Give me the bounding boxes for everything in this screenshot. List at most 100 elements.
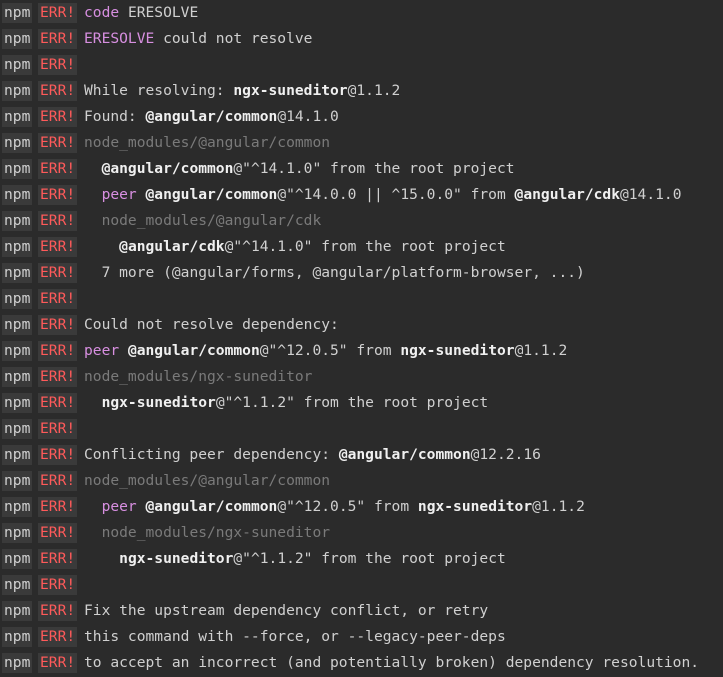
terminal-line: npm ERR! node_modules/ngx-suneditor <box>0 520 723 546</box>
message-segment: node_modules/@angular/cdk <box>101 212 322 229</box>
line-message: peer @angular/common@"^12.0.5" from ngx-… <box>84 494 585 520</box>
npm-prefix: npm <box>2 315 33 335</box>
message-segment: Fix the upstream dependency conflict, or… <box>84 602 489 619</box>
terminal-line: npm ERR! <box>0 572 723 598</box>
line-message: 7 more (@angular/forms, @angular/platfor… <box>84 260 585 286</box>
message-segment: @14.1.0 <box>619 186 682 203</box>
line-message: peer @angular/common@"^14.0.0 || ^15.0.0… <box>84 182 682 208</box>
npm-prefix: npm <box>2 55 33 75</box>
terminal-line: npm ERR! node_modules/ngx-suneditor <box>0 364 723 390</box>
err-tag: ERR! <box>38 445 78 465</box>
message-segment: ERESOLVE <box>127 4 199 21</box>
npm-prefix: npm <box>2 3 33 23</box>
message-segment: ERESOLVE <box>84 30 155 47</box>
line-message: ngx-suneditor@"^1.1.2" from the root pro… <box>84 546 506 572</box>
message-segment: 7 more (@angular/forms, @angular/platfor… <box>101 264 585 281</box>
terminal-line: npm ERR! <box>0 52 723 78</box>
message-segment: ngx-suneditor <box>400 342 515 359</box>
message-segment: @12.2.16 <box>470 446 541 463</box>
terminal-line: npm ERR! Conflicting peer dependency: @ang… <box>0 442 723 468</box>
npm-prefix: npm <box>2 81 33 101</box>
err-tag: ERR! <box>38 653 78 673</box>
message-segment: @angular/common <box>127 342 260 359</box>
err-tag: ERR! <box>38 133 78 153</box>
message-segment: @14.1.0 <box>277 108 339 125</box>
terminal-line: npm ERR! @angular/cdk@"^14.1.0" from the … <box>0 234 723 260</box>
message-segment: @1.1.2 <box>347 82 401 99</box>
err-tag: ERR! <box>38 341 78 361</box>
message-segment: @angular/cdk <box>514 186 620 203</box>
err-tag: ERR! <box>38 3 78 23</box>
npm-prefix: npm <box>2 445 33 465</box>
npm-prefix: npm <box>2 575 33 595</box>
message-segment: node_modules/@angular/common <box>84 134 331 151</box>
terminal-line: npm ERR! node_modules/@angular/cdk <box>0 208 723 234</box>
message-segment: Found: <box>84 108 146 125</box>
terminal-line: npm ERR! this command with --force, or --l… <box>0 624 723 650</box>
terminal-line: npm ERR! <box>0 416 723 442</box>
npm-prefix: npm <box>2 393 33 413</box>
terminal-line: npm ERR! ngx-suneditor@"^1.1.2" from the … <box>0 390 723 416</box>
message-segment: @"^12.0.5" from <box>259 342 401 359</box>
message-segment: @angular/common <box>101 160 234 177</box>
message-segment: node_modules/ngx-suneditor <box>84 368 313 385</box>
line-message: While resolving: ngx-suneditor@1.1.2 <box>84 78 400 104</box>
err-tag: ERR! <box>38 55 78 75</box>
terminal-line: npm ERR! peer @angular/common@"^12.0.5" f… <box>0 494 723 520</box>
message-segment: Conflicting peer dependency: <box>84 446 339 463</box>
terminal-line: npm ERR! peer @angular/common@"^12.0.5" fr… <box>0 338 723 364</box>
message-segment: ngx-suneditor <box>101 394 216 411</box>
npm-prefix: npm <box>2 289 33 309</box>
message-segment: peer <box>101 186 146 203</box>
npm-prefix: npm <box>2 159 33 179</box>
message-segment: to accept an incorrect (and potentially … <box>84 654 700 671</box>
npm-prefix: npm <box>2 341 33 361</box>
err-tag: ERR! <box>38 575 78 595</box>
line-message: this command with --force, or --legacy-p… <box>84 624 506 650</box>
terminal-line: npm ERR! <box>0 286 723 312</box>
npm-prefix: npm <box>2 367 33 387</box>
line-message: node_modules/ngx-suneditor <box>84 520 330 546</box>
err-tag: ERR! <box>38 237 78 257</box>
err-tag: ERR! <box>38 367 78 387</box>
terminal-line: npm ERR! to accept an incorrect (and poten… <box>0 650 723 676</box>
npm-prefix: npm <box>2 263 33 283</box>
message-segment: @"^1.1.2" from the root project <box>215 394 489 411</box>
line-message: code ERESOLVE <box>84 0 198 26</box>
line-message: Conflicting peer dependency: @angular/co… <box>84 442 541 468</box>
npm-prefix: npm <box>2 471 33 491</box>
err-tag: ERR! <box>38 601 78 621</box>
npm-prefix: npm <box>2 29 33 49</box>
line-message: node_modules/@angular/cdk <box>84 208 322 234</box>
message-segment: @1.1.2 <box>532 498 585 515</box>
err-tag: ERR! <box>38 29 78 49</box>
npm-prefix: npm <box>2 237 33 257</box>
err-tag: ERR! <box>38 315 78 335</box>
terminal-line: npm ERR! Found: @angular/common@14.1.0 <box>0 104 723 130</box>
err-tag: ERR! <box>38 497 78 517</box>
err-tag: ERR! <box>38 471 78 491</box>
terminal-line: npm ERR! Could not resolve dependency: <box>0 312 723 338</box>
err-tag: ERR! <box>38 549 78 569</box>
line-message: node_modules/@angular/common <box>84 468 330 494</box>
err-tag: ERR! <box>38 393 78 413</box>
line-message: ERESOLVE could not resolve <box>84 26 312 52</box>
message-segment: @angular/common <box>338 446 471 463</box>
terminal-line: npm ERR! While resolving: ngx-suneditor@1.… <box>0 78 723 104</box>
terminal-line: npm ERR! code ERESOLVE <box>0 0 723 26</box>
err-tag: ERR! <box>38 159 78 179</box>
message-segment: this command with --force, or --legacy-p… <box>84 628 506 645</box>
terminal-line: npm ERR! peer @angular/common@"^14.0.0 ||… <box>0 182 723 208</box>
terminal-line: npm ERR! @angular/common@"^14.1.0" from t… <box>0 156 723 182</box>
line-message: node_modules/@angular/common <box>84 130 330 156</box>
line-message: peer @angular/common@"^12.0.5" from ngx-… <box>84 338 567 364</box>
err-tag: ERR! <box>38 185 78 205</box>
npm-prefix: npm <box>2 523 33 543</box>
err-tag: ERR! <box>38 523 78 543</box>
message-segment: @angular/cdk <box>119 238 225 255</box>
line-message: @angular/cdk@"^14.1.0" from the root pro… <box>84 234 506 260</box>
err-tag: ERR! <box>38 627 78 647</box>
message-segment: @angular/common <box>145 498 278 515</box>
message-segment: node_modules/ngx-suneditor <box>101 524 331 541</box>
line-message: Could not resolve dependency: <box>84 312 339 338</box>
